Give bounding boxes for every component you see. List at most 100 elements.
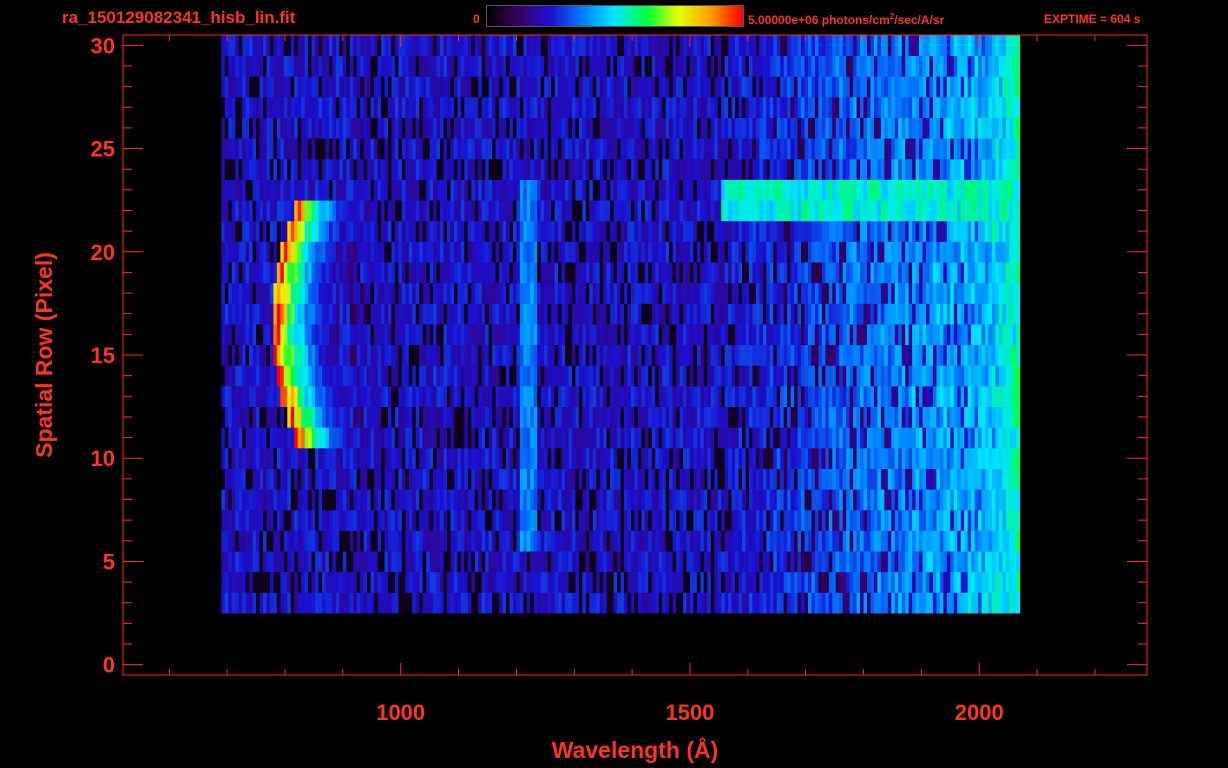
heatmap-cell [877, 489, 882, 511]
heatmap-cell [238, 385, 243, 408]
heatmap-cell [849, 179, 854, 201]
heatmap-cell [710, 468, 715, 490]
heatmap-cell [287, 200, 292, 222]
heatmap-cell [877, 179, 882, 201]
heatmap-cell [860, 427, 864, 449]
heatmap-cell [811, 282, 816, 304]
heatmap-cell [971, 427, 975, 449]
heatmap-cell [249, 365, 253, 387]
heatmap-cell [422, 365, 427, 387]
heatmap-cell [471, 324, 476, 346]
heatmap-cell [627, 530, 632, 552]
heatmap-cell [530, 509, 535, 531]
heatmap-cell [849, 262, 854, 284]
heatmap-cell [297, 571, 302, 593]
heatmap-cell [488, 406, 493, 428]
heatmap-cell [464, 220, 469, 242]
heatmap-cell [988, 427, 993, 449]
heatmap-cell [728, 406, 733, 428]
heatmap-cell [943, 509, 948, 531]
heatmap-cell [648, 262, 653, 284]
heatmap-cell [1009, 551, 1014, 573]
heatmap-cell [707, 241, 712, 263]
heatmap-cell [731, 489, 736, 511]
heatmap-cell [929, 200, 934, 222]
heatmap-cell [905, 509, 910, 531]
heatmap-cell [613, 592, 618, 614]
heatmap-cell [787, 303, 792, 325]
heatmap-cell [224, 220, 229, 242]
heatmap-cell [412, 385, 417, 408]
heatmap-cell [932, 489, 937, 511]
heatmap-cell [533, 509, 538, 531]
heatmap-cell [401, 220, 406, 242]
heatmap-cell [287, 303, 292, 325]
heatmap-cell [224, 241, 229, 263]
heatmap-cell [426, 344, 431, 366]
heatmap-cell [564, 344, 569, 366]
heatmap-cell [887, 324, 892, 346]
heatmap-cell [856, 385, 861, 408]
heatmap-cell [901, 509, 906, 531]
heatmap-cell [266, 530, 271, 552]
heatmap-cell [436, 241, 441, 263]
heatmap-cell [617, 592, 621, 614]
heatmap-cell [408, 447, 413, 469]
heatmap-cell [589, 282, 594, 304]
heatmap-cell [294, 324, 299, 346]
heatmap-cell [394, 241, 399, 263]
heatmap-cell [776, 406, 781, 428]
heatmap-cell [648, 592, 653, 614]
heatmap-cell [1009, 365, 1014, 387]
heatmap-cell [655, 551, 660, 573]
heatmap-cell [1012, 344, 1017, 366]
heatmap-cell [499, 571, 503, 593]
heatmap-cell [440, 530, 444, 552]
heatmap-cell [512, 303, 517, 325]
heatmap-cell [821, 282, 826, 304]
heatmap-cell [794, 551, 798, 573]
heatmap-cell [912, 427, 916, 449]
heatmap-cell [242, 303, 247, 325]
heatmap-cell [665, 179, 670, 201]
heatmap-cell [686, 489, 691, 511]
heatmap-cell [766, 282, 771, 304]
heatmap-cell [322, 324, 326, 346]
heatmap-cell [273, 303, 278, 325]
heatmap-cell [731, 282, 736, 304]
heatmap-cell [516, 365, 521, 387]
heatmap-cell [495, 200, 500, 222]
heatmap-cell [224, 489, 229, 511]
heatmap-cell [578, 427, 583, 449]
heatmap-cell [561, 324, 566, 346]
heatmap-cell [759, 220, 764, 242]
heatmap-cell [342, 344, 347, 366]
heatmap-cell [308, 427, 313, 449]
heatmap-cell [866, 385, 871, 408]
heatmap-cell [912, 406, 916, 428]
heatmap-cell [828, 179, 833, 201]
heatmap-cell [946, 179, 951, 201]
heatmap-cell [322, 179, 326, 201]
heatmap-cell [606, 427, 611, 449]
heatmap-cell [242, 220, 247, 242]
heatmap-cell [651, 447, 656, 469]
heatmap-cell [842, 447, 847, 469]
heatmap-cell [856, 509, 861, 531]
heatmap-cell [985, 303, 989, 325]
heatmap-cell [641, 385, 646, 408]
heatmap-cell [797, 262, 802, 284]
heatmap-cell [821, 489, 826, 511]
heatmap-cell [297, 158, 302, 180]
heatmap-cell [710, 220, 715, 242]
heatmap-cell [964, 365, 969, 387]
heatmap-cell [953, 282, 958, 304]
heatmap-cell [554, 282, 559, 304]
heatmap-cell [856, 179, 861, 201]
heatmap-cell [353, 365, 358, 387]
heatmap-cell [294, 220, 299, 242]
heatmap-cell [707, 489, 712, 511]
heatmap-cell [290, 241, 295, 263]
heatmap-cell [745, 262, 750, 284]
heatmap-cell [325, 509, 330, 531]
